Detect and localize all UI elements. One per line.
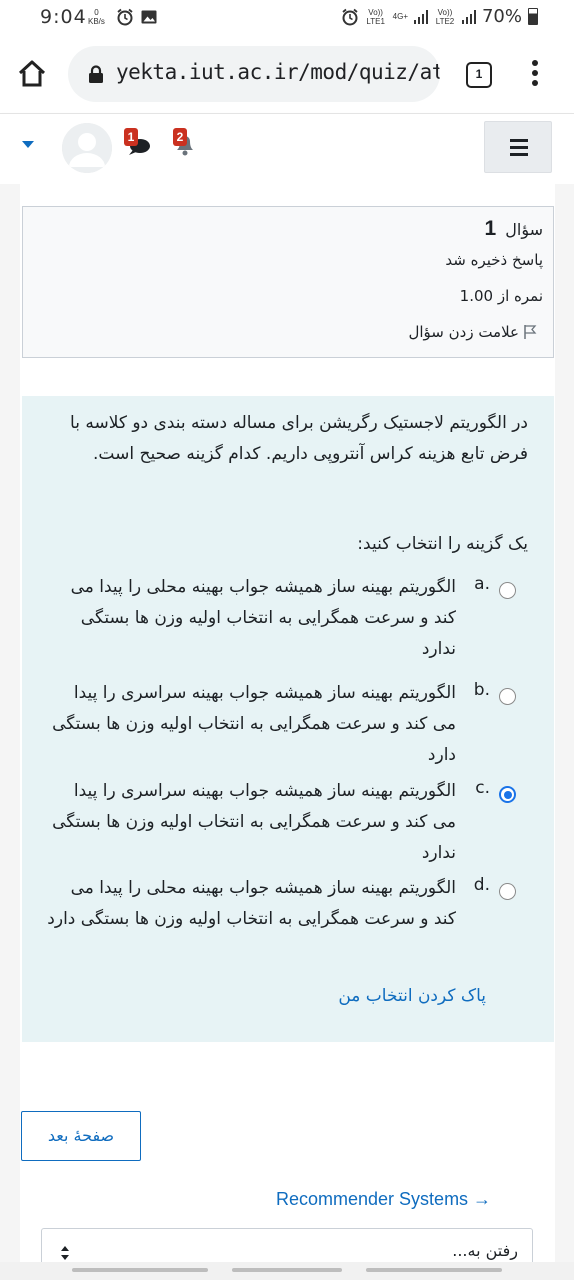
nav-drawer-button[interactable]: [484, 121, 552, 173]
user-placeholder-icon: [62, 123, 112, 173]
address-bar[interactable]: yekta.iut.ac.ir/mod/quiz/atte: [68, 46, 440, 102]
answer-letter: b.: [473, 680, 490, 700]
flag-question-link[interactable]: علامت زدن سؤال: [408, 323, 537, 341]
jump-to-value: رفتن به...: [452, 1241, 518, 1260]
radio-b[interactable]: [499, 688, 516, 705]
nav-pill[interactable]: [232, 1268, 342, 1272]
user-menu-caret-icon[interactable]: [22, 141, 34, 148]
next-activity-link[interactable]: Recommender Systems →: [276, 1189, 491, 1210]
sim2-label: Vo)) LTE2: [435, 7, 455, 26]
question-formulation: در الگوریتم لاجستیک رگریشن برای مساله دس…: [22, 396, 554, 1042]
system-nav-bar: [0, 1262, 574, 1280]
signal-icon: [461, 9, 476, 24]
radio-d[interactable]: [499, 883, 516, 900]
status-right: Vo)) LTE1 4G+ Vo)) LTE2 70%: [341, 6, 538, 27]
question-text: در الگوریتم لاجستیک رگریشن برای مساله دس…: [70, 413, 528, 464]
sim1-label: Vo)) LTE1: [366, 7, 385, 26]
question-number: سؤال 1: [484, 217, 543, 241]
answer-text: الگوریتم بهینه ساز همیشه جواب بهینه محلی…: [70, 577, 456, 659]
question-state: پاسخ ذخیره شد: [445, 251, 543, 269]
radio-c[interactable]: [499, 786, 516, 803]
browser-toolbar: yekta.iut.ac.ir/mod/quiz/atte 1: [0, 36, 574, 114]
network-speed-value: 0: [94, 8, 99, 17]
radio-a[interactable]: [499, 582, 516, 599]
tab-switcher-button[interactable]: 1: [466, 62, 492, 88]
clear-choice-link[interactable]: پاک کردن انتخاب من: [338, 986, 486, 1006]
notifications-count-badge: 2: [173, 128, 187, 146]
user-avatar[interactable]: [62, 123, 112, 173]
answer-letter: d.: [473, 875, 490, 895]
flag-icon: [524, 325, 537, 339]
answer-text: الگوریتم بهینه ساز همیشه جواب بهینه سراس…: [52, 683, 456, 765]
signal-icon: [413, 9, 428, 24]
site-navbar: 1 2: [0, 114, 574, 184]
answer-text: الگوریتم بهینه ساز همیشه جواب بهینه محلی…: [47, 878, 456, 929]
browser-menu-icon[interactable]: [532, 60, 538, 90]
battery-percent: 70%: [481, 6, 522, 27]
lock-icon: [89, 65, 103, 83]
alarm-icon: [117, 8, 133, 26]
answer-letter: a.: [474, 574, 490, 594]
net-type: 4G+: [392, 12, 408, 21]
next-page-button[interactable]: صفحهٔ بعد: [21, 1111, 141, 1161]
select-arrows-icon: [61, 1246, 69, 1260]
answer-letter: c.: [475, 778, 490, 798]
nav-pill[interactable]: [72, 1268, 208, 1272]
alarm-icon: [342, 8, 358, 25]
question-info-box: سؤال 1 پاسخ ذخیره شد نمره از 1.00 علامت …: [22, 206, 554, 358]
status-time: 9:04: [40, 6, 87, 28]
question-number-value: 1: [484, 217, 497, 240]
question-grade: نمره از 1.00: [459, 287, 543, 305]
nav-pill[interactable]: [366, 1268, 502, 1272]
answer-text: الگوریتم بهینه ساز همیشه جواب بهینه سراس…: [52, 781, 456, 863]
home-icon[interactable]: [16, 58, 48, 90]
image-icon: [141, 10, 157, 24]
question-label: سؤال: [505, 220, 543, 239]
network-speed: 0 KB/s: [88, 8, 105, 26]
answer-prompt: یک گزینه را انتخاب کنید:: [357, 534, 528, 554]
network-speed-unit: KB/s: [88, 17, 105, 26]
messages-count-badge: 1: [124, 128, 138, 146]
flag-question-label: علامت زدن سؤال: [408, 323, 519, 341]
battery-icon: [528, 8, 538, 25]
url-text: yekta.iut.ac.ir/mod/quiz/atte: [116, 60, 440, 84]
status-bar: 9:04 0 KB/s Vo)) LTE1 4G+ Vo)) LTE2 70%: [0, 0, 574, 36]
